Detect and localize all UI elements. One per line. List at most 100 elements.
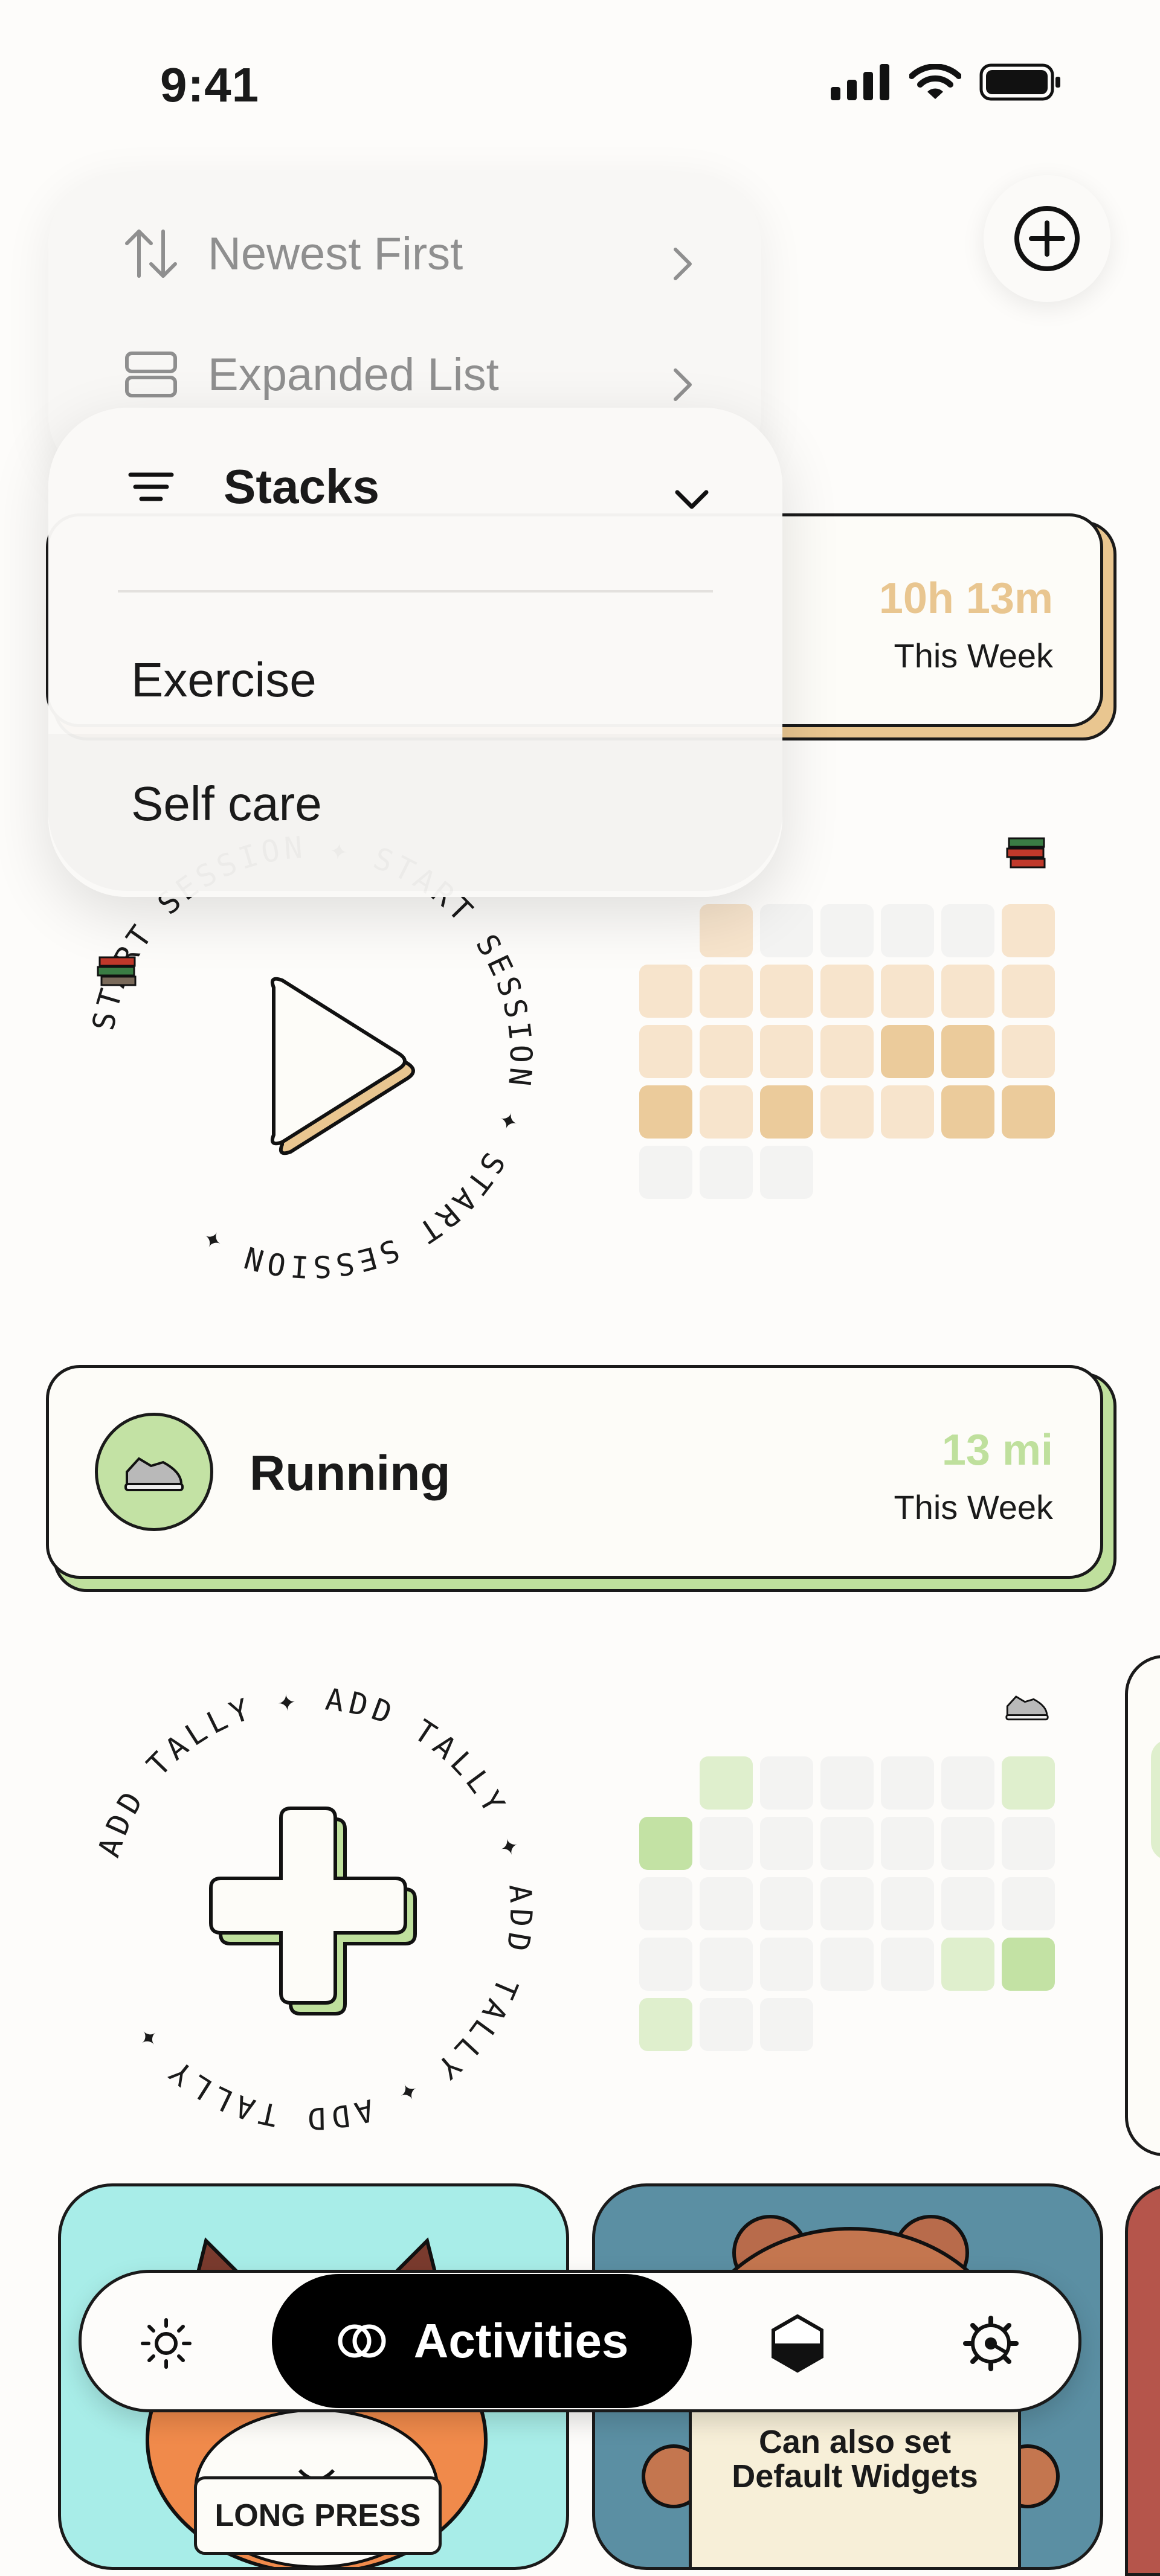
reading-heatmap-cell [941,965,994,1018]
reading-heatmap-cell [639,1025,692,1078]
running-heatmap-cell [700,1817,753,1870]
reading-heatmap-cell [700,904,753,957]
tab-activities[interactable]: Activities [272,2274,692,2408]
list-layout-label: Expanded List [208,348,499,400]
running-heatmap-cell [820,1817,874,1870]
reading-heatmap-cell [820,904,874,957]
activities-icon [338,2324,386,2358]
plus-tally-icon [209,1807,417,2016]
running-heatmap-cell [941,1756,994,1810]
reading-heatmap-cell [941,1146,994,1199]
play-button-icon [270,977,415,1155]
cellular-signal-icon [831,64,889,100]
running-heatmap-cell [820,1756,874,1810]
add-activity-button[interactable] [984,175,1110,302]
reading-heatmap-cell [941,1025,994,1078]
running-heatmap-cell [700,1756,753,1810]
battery-icon [979,63,1060,101]
gear-icon [963,2316,1019,2371]
running-heatmap-cell [881,1817,934,1870]
stack-icon [772,2314,823,2373]
running-heatmap-cell [941,1998,994,2051]
next-page-green-accent [1151,1739,1160,1860]
running-heatmap-cell [639,1756,692,1810]
chevron-down-icon [675,490,709,509]
sun-icon [141,2318,192,2369]
next-page-card-edge[interactable] [1125,1655,1160,2156]
reading-heatmap-cell [1002,965,1055,1018]
plus-circle-icon [1014,206,1080,271]
reading-heatmap-cell [820,1085,874,1139]
list-layout-item[interactable]: Expanded List [121,347,499,402]
default-widgets-sign: Can also set Default Widgets [689,2398,1021,2567]
reading-heatmap-cell [881,1146,934,1199]
wifi-icon [909,64,961,99]
sort-order-item[interactable]: Newest First [121,226,463,281]
running-heatmap-cell [700,1938,753,1991]
running-weekly-value: 13 mi [941,1426,1053,1474]
reading-heatmap-cell [760,1085,813,1139]
reading-heatmap-cell [881,1025,934,1078]
reading-heatmap-cell [820,965,874,1018]
running-heatmap-cell [639,1877,692,1930]
chevron-right-icon [674,248,692,280]
tab-today[interactable] [127,2304,205,2383]
long-press-text: LONG PRESS [214,2498,421,2533]
reading-heatmap-cell [941,1085,994,1139]
running-heatmap-cell [881,1756,934,1810]
start-session-control[interactable]: START SESSION ✦ START SESSION ✦ START SE… [85,830,538,1283]
reading-heatmap-cell [820,1146,874,1199]
running-heatmap-cell [820,1877,874,1930]
reading-heatmap-cell [881,1085,934,1139]
running-heatmap-cell [760,1817,813,1870]
reading-heatmap-cell [639,904,692,957]
reading-heatmap-cell [1002,1025,1055,1078]
running-heatmap-cell [760,1756,813,1810]
status-time: 9:41 [160,58,260,112]
running-avatar [95,1413,213,1531]
running-heatmap-cell [881,1877,934,1930]
running-heatmap-cell [1002,1938,1055,1991]
next-widget-edge[interactable] [1125,2183,1160,2576]
reading-heatmap-cell [941,904,994,957]
reading-heatmap-cell [881,965,934,1018]
sneaker-icon [124,1457,184,1491]
reading-heatmap-cell [1002,1146,1055,1199]
default-widgets-text: Can also set Default Widgets [732,2424,978,2494]
chevron-right-icon [674,368,692,401]
sort-order-label: Newest First [208,228,463,280]
stack-option-self-care[interactable]: Self care [131,776,322,832]
list-layout-icon [125,352,177,397]
reading-heatmap-cell [700,1146,753,1199]
reading-heatmap-cell [760,965,813,1018]
reading-heatmap-cell [700,965,753,1018]
reading-heatmap-cell [881,904,934,957]
reading-heatmap-cell [820,1025,874,1078]
running-heatmap-cell [820,1938,874,1991]
running-heatmap-cell [1002,1877,1055,1930]
running-heatmap-cell [639,1938,692,1991]
sort-arrows-icon [125,230,177,278]
running-heatmap-cell [639,1998,692,2051]
reading-heatmap-cell [639,1085,692,1139]
running-heatmap-cell [820,1998,874,2051]
stacks-dropdown-menu: Stacks Exercise Self care [48,408,782,897]
menu-divider [118,590,713,593]
running-heatmap [639,1756,1055,2051]
reading-heatmap-cell [760,1146,813,1199]
running-activity-card[interactable]: Running 13 mi This Week [46,1365,1103,1579]
add-tally-control[interactable]: ADD TALLY ✦ ADD TALLY ✦ ADD TALLY ✦ ADD … [85,1682,538,2135]
stacks-dropdown-header[interactable]: Stacks [127,459,379,515]
reading-heatmap-cell [639,965,692,1018]
stack-option-exercise[interactable]: Exercise [131,652,317,708]
system-status-icons [831,63,1062,101]
reading-heatmap-cell [760,1025,813,1078]
running-heatmap-cell [1002,1756,1055,1810]
running-heatmap-cell [639,1817,692,1870]
tab-settings[interactable] [952,2304,1030,2383]
tab-stacks[interactable] [758,2304,837,2383]
reading-heatmap-cell [700,1085,753,1139]
reading-heatmap-cell [700,1025,753,1078]
long-press-sign: LONG PRESS [194,2476,442,2555]
reading-heatmap-cell [760,904,813,957]
